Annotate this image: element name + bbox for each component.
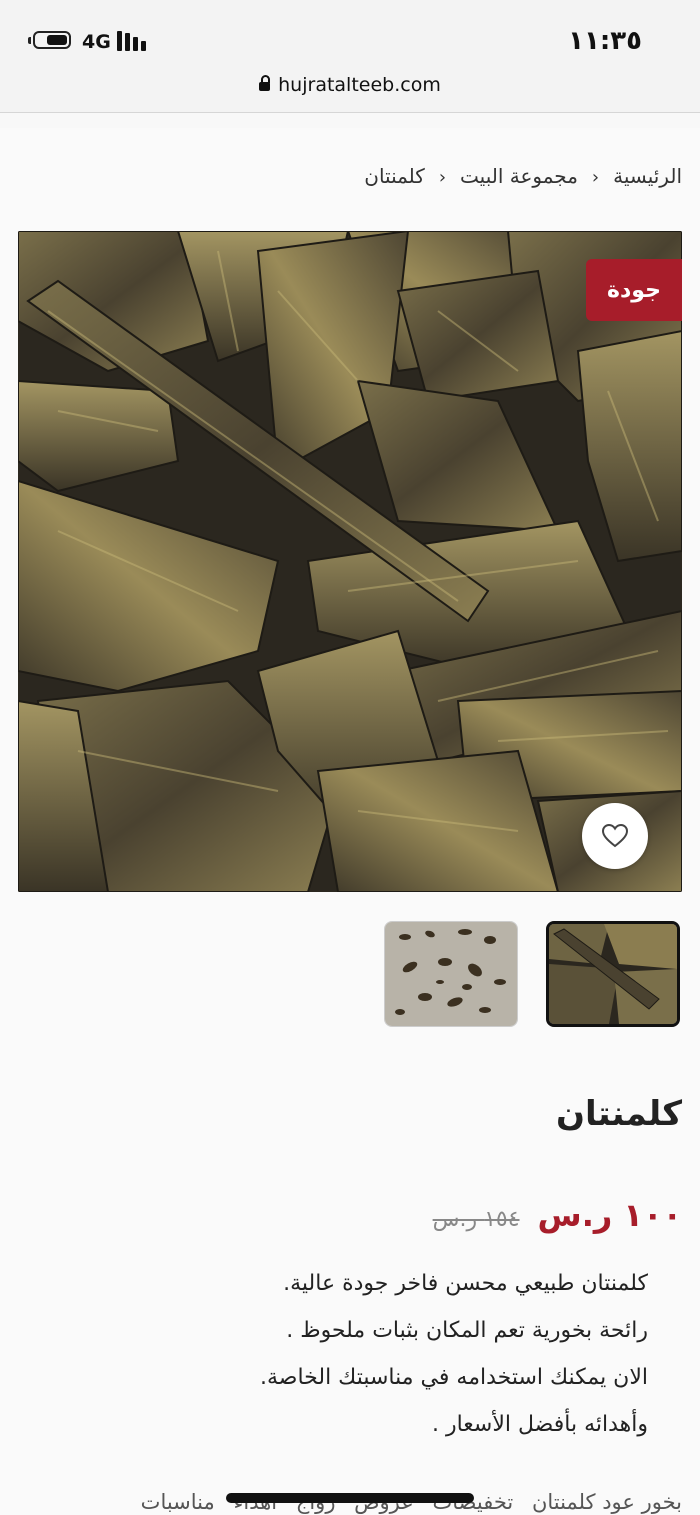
breadcrumb-current: كلمنتان [364, 164, 425, 188]
tag-link[interactable]: مناسبات [141, 1490, 215, 1514]
thumbnail-chips-image [385, 922, 517, 1026]
lock-icon [259, 75, 271, 91]
heart-icon [602, 824, 628, 848]
product-page: الرئيسية ‹ مجموعة البيت ‹ كلمنتان جودة كلمنت… [0, 128, 700, 1515]
home-indicator[interactable] [226, 1493, 474, 1503]
price-row: ١٠٠ ر.س ١٥٤ ر.س [433, 1196, 682, 1234]
description-line: الان يمكنك استخدامه في مناسبتك الخاصة. [260, 1365, 648, 1390]
battery-icon [33, 31, 71, 49]
description-line: رائحة بخورية تعم المكان بثبات ملحوظ . [286, 1318, 648, 1343]
product-title: كلمنتان [556, 1094, 682, 1134]
thumbnail-oud-image [549, 924, 677, 1024]
product-image[interactable]: جودة [18, 231, 682, 892]
chevron-left-icon: ‹ [591, 167, 600, 188]
signal-icon [117, 31, 151, 51]
network-type: 4G [82, 31, 111, 53]
breadcrumb-home[interactable]: الرئيسية [613, 164, 682, 188]
thumbnail-selected[interactable] [546, 921, 680, 1027]
description-line: وأهدائه بأفضل الأسعار . [431, 1412, 648, 1437]
product-description: كلمنتان طبيعي محسن فاخر جودة عالية. رائح… [260, 1260, 648, 1448]
chevron-left-icon: ‹ [438, 167, 447, 188]
url-text: hujratalteeb.com [278, 74, 441, 96]
oud-wood-chips-image [18, 231, 682, 892]
quality-badge: جودة [586, 259, 682, 321]
description-line: كلمنتان طبيعي محسن فاخر جودة عالية. [283, 1271, 648, 1296]
wishlist-button[interactable] [582, 803, 648, 869]
status-bar: 4G ١١:٣٥ hujratalteeb.com [0, 0, 700, 113]
tag-link[interactable]: بخور عود كلمنتان [532, 1490, 682, 1514]
old-price: ١٥٤ ر.س [432, 1207, 520, 1232]
breadcrumb-category[interactable]: مجموعة البيت [460, 164, 578, 188]
thumbnail-strip [0, 921, 700, 1031]
battery-icon-nub [28, 37, 31, 44]
clock: ١١:٣٥ [568, 26, 642, 56]
thumbnail-second[interactable] [384, 921, 518, 1027]
address-bar[interactable]: hujratalteeb.com [0, 74, 700, 96]
current-price: ١٠٠ ر.س [537, 1196, 682, 1234]
breadcrumb: الرئيسية ‹ مجموعة البيت ‹ كلمنتان [364, 164, 682, 188]
